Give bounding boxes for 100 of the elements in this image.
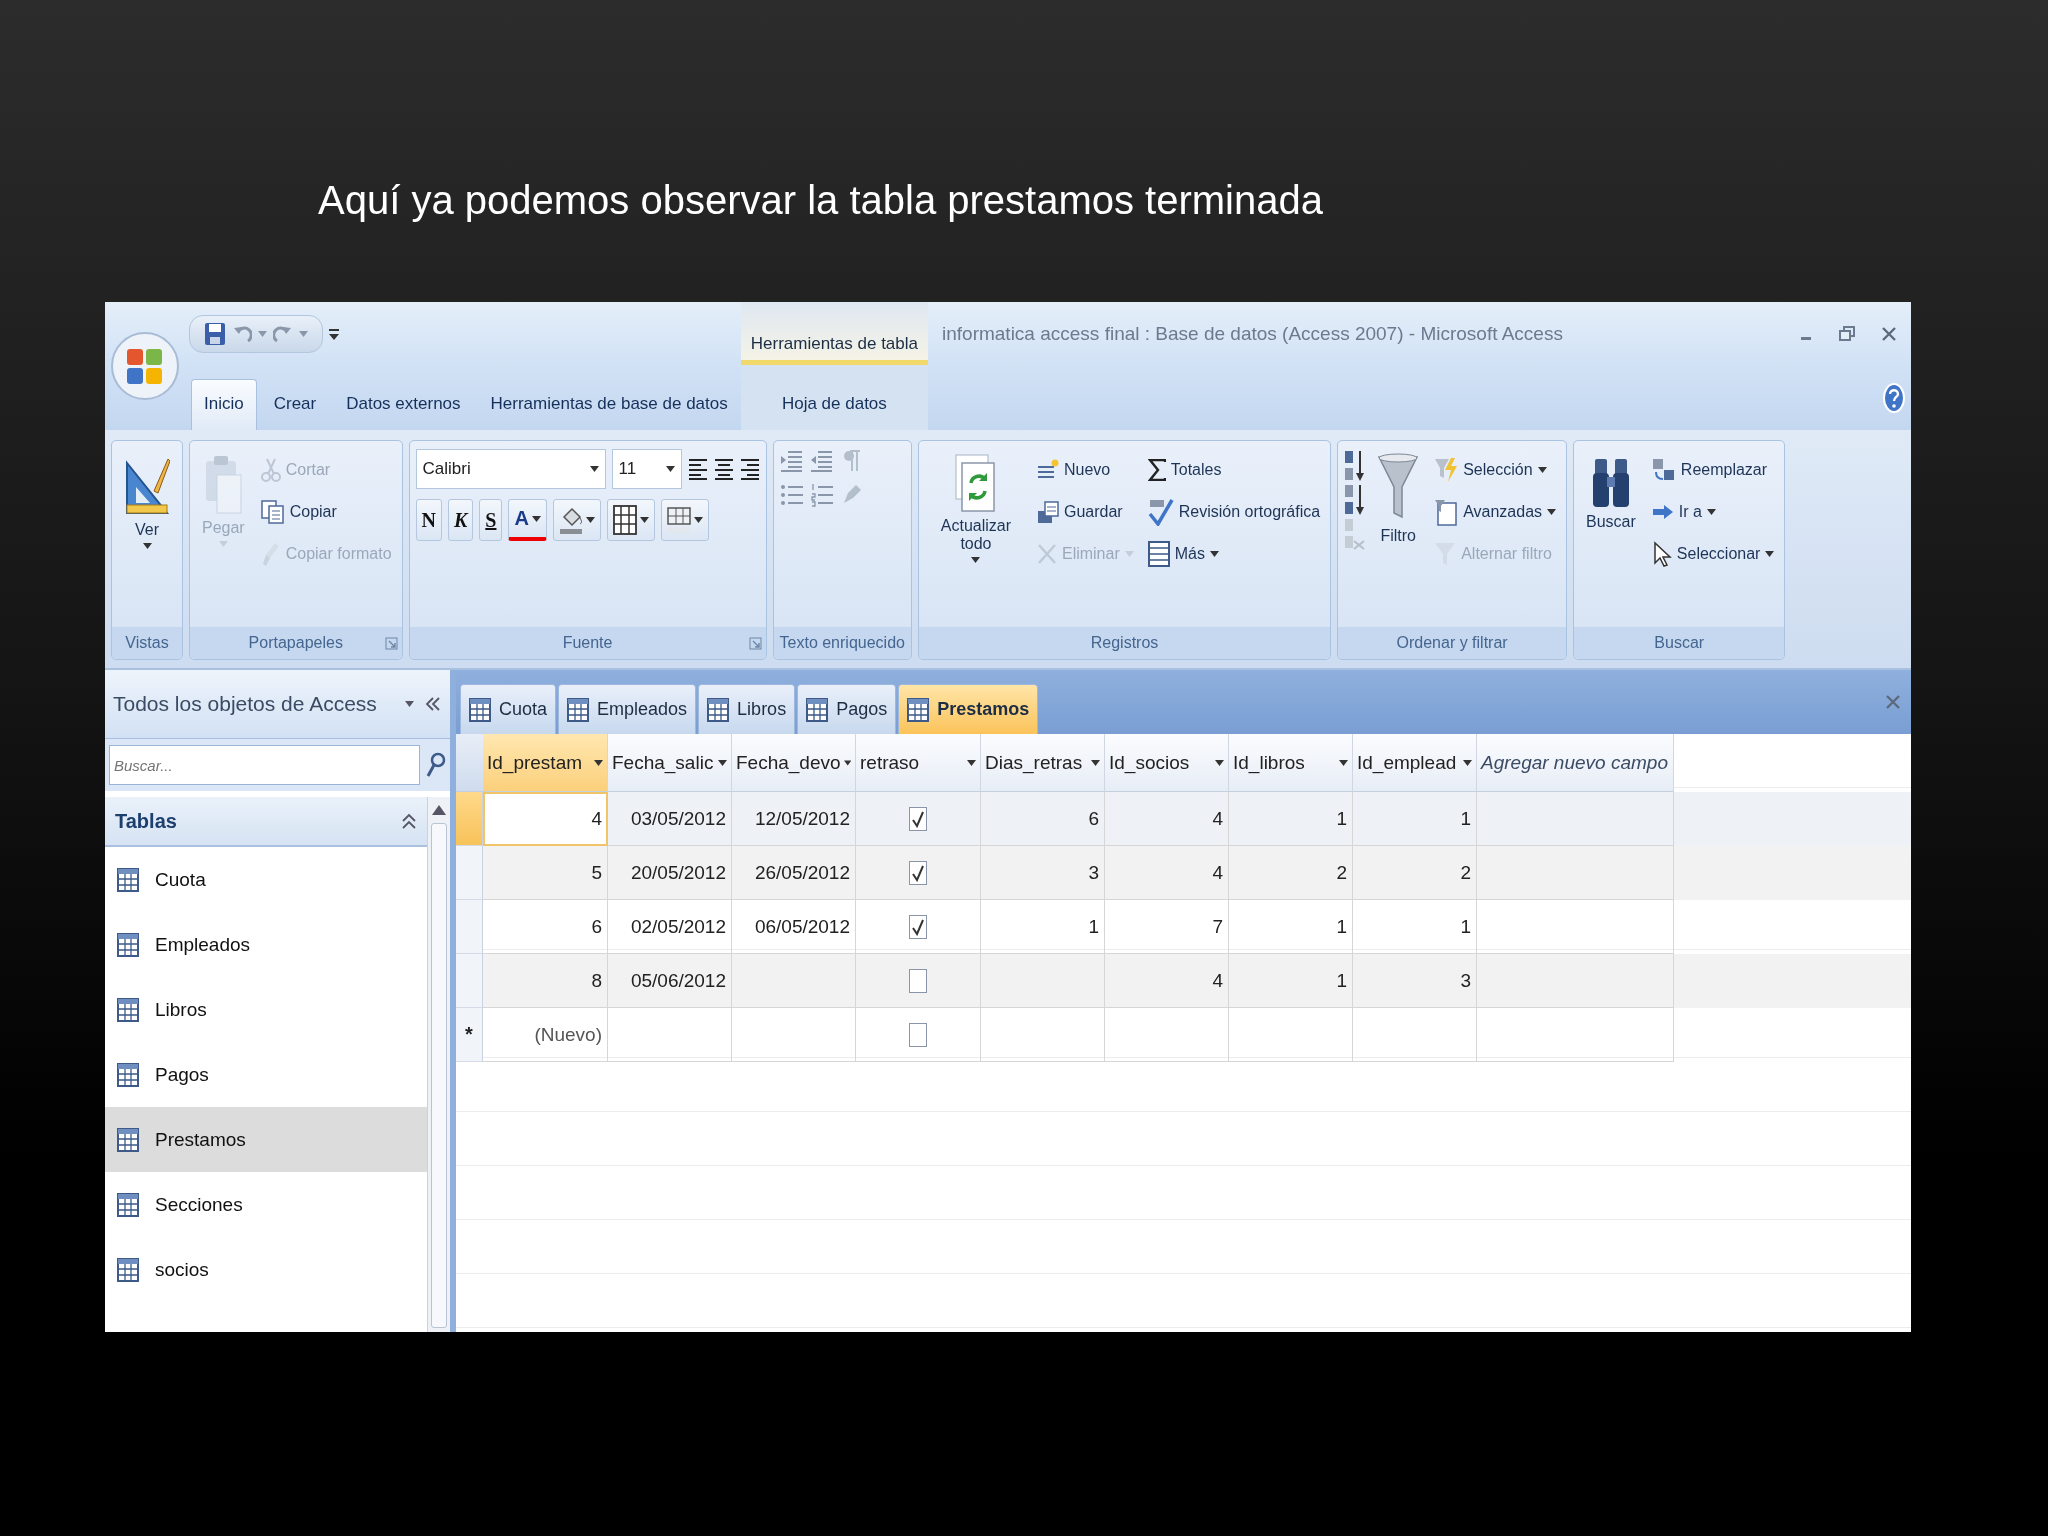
new-record-marker[interactable]: *: [456, 1008, 483, 1062]
column-header[interactable]: Id_socios: [1105, 734, 1229, 792]
table-icon: [117, 1127, 139, 1152]
group-label: Portapapeles: [247, 634, 344, 652]
checkbox[interactable]: [909, 806, 927, 831]
format-button[interactable]: S: [479, 499, 503, 541]
document-tab[interactable]: Libros: [698, 684, 796, 734]
numbered-list-icon[interactable]: [809, 483, 834, 507]
group-label: Buscar: [1653, 634, 1706, 652]
ribbon-button[interactable]: Filtro: [1372, 449, 1425, 549]
table-cell: 8: [483, 954, 608, 1008]
table-cell: 2: [1229, 846, 1353, 900]
ribbon-button[interactable]: Copiar: [256, 491, 396, 533]
checkbox[interactable]: [909, 914, 927, 939]
collapse-icon[interactable]: [424, 695, 442, 713]
checkbox[interactable]: [909, 1022, 927, 1047]
caret-icon: [665, 466, 675, 472]
search-field[interactable]: Buscar...: [109, 745, 420, 785]
sort-descending-icon[interactable]: [1344, 483, 1367, 517]
align-right-icon[interactable]: [739, 458, 760, 480]
column-header[interactable]: retraso: [856, 734, 981, 792]
document-tab[interactable]: Pagos: [797, 684, 897, 734]
nav-item[interactable]: Pagos: [105, 1042, 427, 1107]
column-header[interactable]: Id_libros: [1229, 734, 1353, 792]
table-cell: 26/05/2012: [732, 846, 856, 900]
indent-icon[interactable]: [779, 449, 804, 473]
ribbon-tab[interactable]: Herramientas de base de datos: [477, 379, 741, 430]
outdent-icon[interactable]: [809, 449, 834, 473]
format-button[interactable]: K: [448, 499, 474, 541]
close-icon[interactable]: [1881, 325, 1897, 342]
ribbon-button[interactable]: Actualizar todo: [924, 449, 1027, 567]
ribbon-button[interactable]: Ir a: [1647, 491, 1779, 533]
align-center-icon[interactable]: [713, 458, 734, 480]
ribbon-button[interactable]: Reemplazar: [1647, 449, 1779, 491]
font-color-button[interactable]: A: [508, 499, 547, 541]
caret-icon: [1706, 509, 1716, 515]
close-icon[interactable]: [1885, 694, 1901, 710]
document-tab[interactable]: Prestamos: [898, 684, 1039, 734]
document-tab[interactable]: Cuota: [460, 684, 557, 734]
table-icon: [117, 932, 139, 957]
checkbox[interactable]: [909, 968, 927, 993]
nav-item[interactable]: socios: [105, 1237, 427, 1302]
ribbon-button[interactable]: Buscar: [1580, 449, 1642, 535]
nav-item[interactable]: Empleados: [105, 912, 427, 977]
search-icon[interactable]: [426, 752, 446, 778]
scrollbar[interactable]: [427, 797, 450, 1332]
nav-item[interactable]: Prestamos: [105, 1107, 427, 1172]
caret-icon: [639, 517, 649, 523]
ribbon-button[interactable]: Selección: [1430, 449, 1561, 491]
column-header[interactable]: Agregar nuevo campo: [1477, 734, 1674, 792]
checkbox[interactable]: [909, 860, 927, 885]
launcher-icon[interactable]: [384, 636, 398, 650]
ribbon-button[interactable]: Ver: [118, 449, 176, 553]
nav-item[interactable]: Secciones: [105, 1172, 427, 1237]
restore-icon[interactable]: [1839, 325, 1855, 342]
group-label: Vistas: [124, 634, 170, 652]
ribbon-tab[interactable]: Datos externos: [333, 379, 474, 430]
replace-icon: [1651, 458, 1676, 482]
fill-color-button[interactable]: [552, 499, 601, 541]
arrow-icon: [1651, 504, 1674, 520]
new-record-icon: [1036, 459, 1059, 481]
sigma-icon: [1147, 459, 1166, 481]
table-icon: [117, 1062, 139, 1087]
table-icon: [907, 697, 930, 722]
grid-button[interactable]: [606, 499, 655, 541]
nav-item[interactable]: Libros: [105, 977, 427, 1042]
sort-ascending-icon[interactable]: [1344, 449, 1367, 483]
column-header[interactable]: Fecha_devo: [732, 734, 856, 792]
ribbon-button[interactable]: Totales: [1143, 449, 1325, 491]
ribbon-tab[interactable]: Inicio: [191, 379, 257, 430]
ribbon-button[interactable]: Nuevo: [1032, 449, 1138, 491]
save-icon[interactable]: [204, 321, 226, 346]
document-tab[interactable]: Empleados: [558, 684, 697, 734]
format-button[interactable]: N: [415, 499, 442, 541]
caret-icon: [594, 759, 603, 766]
ribbon-button[interactable]: Guardar: [1032, 491, 1138, 533]
ribbon-button[interactable]: Más: [1143, 533, 1325, 575]
ribbon-button[interactable]: Avanzadas: [1430, 491, 1561, 533]
column-header[interactable]: Dias_retras: [981, 734, 1105, 792]
column-header[interactable]: Id_prestam: [483, 734, 608, 792]
nav-item[interactable]: Cuota: [105, 847, 427, 912]
table-cell: 1: [1229, 954, 1353, 1008]
bullet-list-icon[interactable]: [779, 483, 804, 507]
help-icon[interactable]: [1883, 382, 1905, 413]
caret-icon: [1339, 759, 1348, 766]
table-icon: [117, 1192, 139, 1217]
table-icon: [567, 697, 590, 722]
font-dropdown[interactable]: Calibri: [415, 449, 606, 489]
section-header[interactable]: Tablas: [105, 797, 427, 847]
ribbon-tab[interactable]: Crear: [260, 379, 330, 430]
column-header[interactable]: Fecha_salic: [608, 734, 732, 792]
ribbon-button[interactable]: Seleccionar: [1647, 533, 1779, 575]
ribbon-button[interactable]: Revisión ortográfica: [1143, 491, 1325, 533]
customize-icon[interactable]: [329, 326, 339, 341]
application-button[interactable]: [110, 331, 180, 401]
launcher-icon[interactable]: [748, 636, 762, 650]
align-left-icon[interactable]: [687, 458, 708, 480]
size-dropdown[interactable]: 11: [611, 449, 682, 489]
column-header[interactable]: Id_emplead: [1353, 734, 1477, 792]
check-icon: [911, 863, 925, 882]
